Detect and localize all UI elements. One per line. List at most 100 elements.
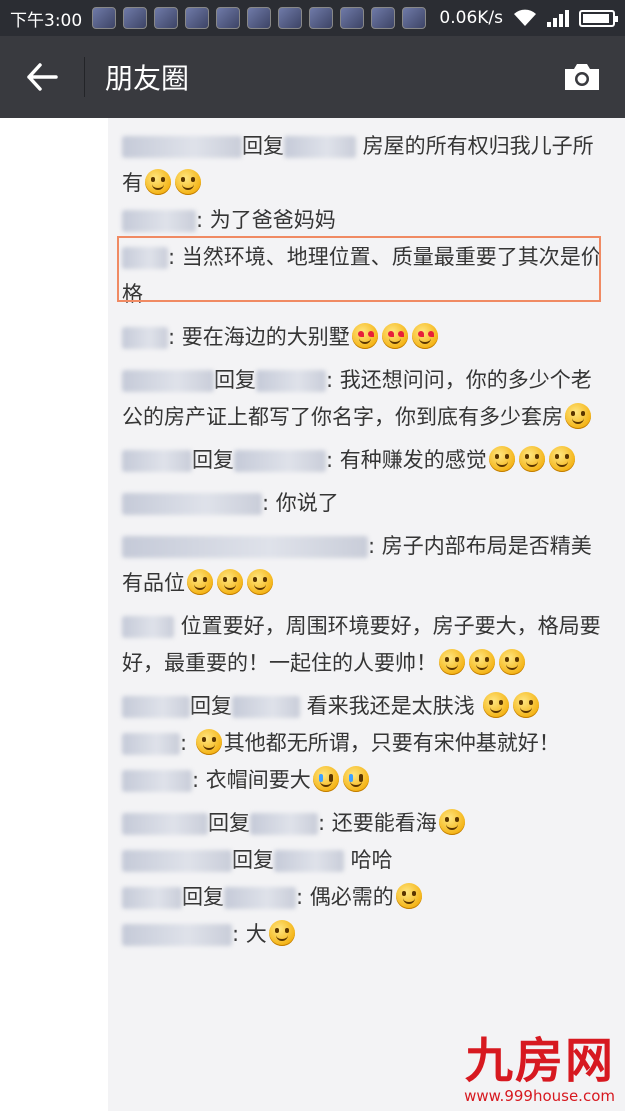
comment-item[interactable]: : 为了爸爸妈妈 — [122, 202, 611, 239]
comment-text: : 衣帽间要大 — [192, 768, 311, 792]
status-time: 下午3:00 — [10, 10, 83, 31]
comment-item[interactable]: 回复 哈哈 — [122, 842, 611, 879]
app-notification-icon — [185, 7, 210, 29]
comment-text: : 大 — [232, 922, 267, 946]
page-title: 朋友圈 — [105, 62, 190, 95]
thinking-emoji-icon — [518, 446, 545, 472]
comment-item[interactable]: : 要在海边的大别墅 — [122, 319, 611, 356]
reply-label: 回复 — [214, 368, 256, 392]
comment-item[interactable]: 回复: 有种赚发的感觉 — [122, 442, 611, 479]
watermark: 九房网 www.999house.com — [464, 1035, 615, 1105]
comment-item[interactable]: 位置要好，周围环境要好，房子要大，格局要好，最重要的！一起住的人要帅！ — [122, 608, 611, 682]
app-notification-icon — [278, 7, 303, 29]
blurred-username[interactable] — [224, 887, 296, 909]
reply-label: 回复 — [232, 848, 274, 872]
thinking-emoji-icon — [145, 169, 171, 195]
app-notification-icon — [154, 7, 179, 29]
grin-emoji-icon — [395, 883, 422, 909]
blurred-username[interactable] — [122, 850, 232, 872]
blurred-username[interactable] — [274, 850, 344, 872]
heart-eyes-emoji-icon — [351, 323, 378, 349]
comment-item[interactable]: 回复: 我还想问问，你的多少个老公的房产证上都写了你名字，你到底有多少套房 — [122, 362, 611, 436]
blurred-username[interactable] — [122, 536, 368, 558]
back-arrow-icon — [27, 63, 58, 91]
comment-item[interactable]: 回复 看来我还是太肤浅 — [122, 688, 611, 725]
battery-icon — [579, 9, 618, 27]
comment-text: 看来我还是太肤浅 — [300, 694, 482, 718]
grin-emoji-icon — [499, 649, 525, 675]
blurred-username[interactable] — [122, 370, 214, 392]
comment-text: 其他都无所谓，只要有宋仲基就好！ — [223, 731, 560, 755]
reply-label: 回复 — [190, 694, 232, 718]
blurred-username[interactable] — [250, 813, 318, 835]
comment-item[interactable]: : 大 — [122, 916, 611, 953]
thinking-emoji-icon — [175, 169, 201, 195]
app-notification-icon — [340, 7, 365, 29]
smile-emoji-icon — [217, 569, 243, 595]
tears-emoji-icon — [312, 766, 339, 792]
watermark-brand: 九房网 — [464, 1033, 615, 1089]
back-button[interactable] — [0, 36, 84, 118]
app-notification-icon — [309, 7, 334, 29]
blurred-username[interactable] — [122, 887, 182, 909]
blurred-username[interactable] — [232, 696, 300, 718]
comment-text: : 当然环境、地理位置、质量最重要了其次是价格 — [122, 245, 602, 306]
app-notification-icon — [216, 7, 241, 29]
comment-item[interactable]: : 房子内部布局是否精美有品位 — [122, 528, 611, 602]
heart-eyes-emoji-icon — [381, 323, 408, 349]
comment-item[interactable]: 回复 : 偶必需的 — [122, 879, 611, 916]
app-notification-icon — [92, 7, 117, 29]
thinking-emoji-icon — [483, 692, 510, 718]
comment-text: : 要在海边的大别墅 — [168, 325, 350, 349]
header-divider — [84, 57, 85, 97]
app-notification-icon — [402, 7, 427, 29]
comment-item[interactable]: : 其他都无所谓，只要有宋仲基就好！ — [122, 725, 611, 762]
smile-emoji-icon — [187, 569, 213, 595]
blurred-username[interactable] — [122, 327, 168, 349]
blurred-username[interactable] — [122, 770, 192, 792]
signal-icon — [547, 10, 569, 27]
blurred-username[interactable] — [122, 924, 232, 946]
blurred-username[interactable] — [234, 450, 326, 472]
blurred-username[interactable] — [122, 450, 192, 472]
blurred-username[interactable] — [122, 247, 168, 269]
reply-label: 回复 — [242, 134, 284, 158]
comment-list: 回复 房屋的所有权归我儿子所有: 为了爸爸妈妈 : 当然环境、地理位置、质量最重要… — [108, 118, 625, 1111]
blurred-username[interactable] — [122, 136, 242, 158]
comment-text: : 有种赚发的感觉 — [326, 448, 487, 472]
comment-item[interactable]: 回复: 还要能看海 — [122, 805, 611, 842]
blurred-username[interactable] — [256, 370, 326, 392]
blurred-username[interactable] — [122, 696, 190, 718]
app-header: 朋友圈 — [0, 36, 625, 118]
watermark-url: www.999house.com — [464, 1087, 615, 1105]
wifi-icon — [514, 9, 536, 26]
comment-item[interactable]: : 你说了 — [122, 485, 611, 522]
app-notification-icon — [123, 7, 148, 29]
blurred-username[interactable] — [122, 493, 262, 515]
blurred-username[interactable] — [122, 733, 180, 755]
smile-emoji-icon — [247, 569, 273, 595]
comment-item[interactable]: 回复 房屋的所有权归我儿子所有 — [122, 128, 611, 202]
comment-item[interactable]: : 衣帽间要大 — [122, 762, 611, 799]
app-notification-icon — [371, 7, 396, 29]
grimace-emoji-icon — [195, 729, 222, 755]
blurred-username[interactable] — [122, 813, 208, 835]
camera-button[interactable] — [539, 36, 625, 118]
blurred-username[interactable] — [122, 616, 174, 638]
comment-text: 哈哈 — [344, 848, 393, 872]
comment-text: : — [180, 731, 194, 755]
blurred-username[interactable] — [122, 210, 196, 232]
blurred-username[interactable] — [284, 136, 356, 158]
grin-emoji-icon — [469, 649, 495, 675]
grin-emoji-icon — [565, 403, 591, 429]
network-speed: 0.06K/s — [439, 8, 503, 28]
thinking-emoji-icon — [268, 920, 295, 946]
comment-text: : 还要能看海 — [318, 811, 437, 835]
thinking-emoji-icon — [488, 446, 515, 472]
reply-label: 回复 — [182, 885, 224, 909]
notification-icons — [92, 7, 427, 29]
comment-text: : 偶必需的 — [296, 885, 394, 909]
grin-emoji-icon — [439, 649, 465, 675]
tears-emoji-icon — [342, 766, 369, 792]
comment-item[interactable]: : 当然环境、地理位置、质量最重要了其次是价格 — [122, 239, 611, 313]
